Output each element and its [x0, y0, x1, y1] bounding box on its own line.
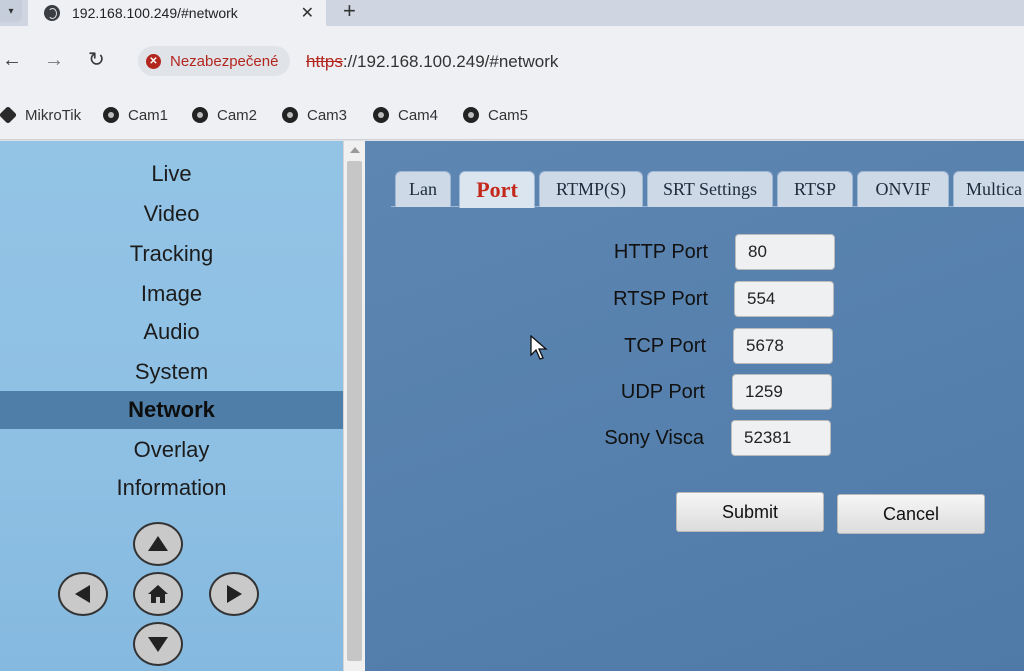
- http-port-input[interactable]: [735, 234, 835, 270]
- warning-icon: ✕: [146, 53, 161, 69]
- url-scheme: https: [306, 52, 343, 71]
- submit-button[interactable]: Submit: [676, 492, 824, 532]
- arrow-left-icon: [75, 585, 90, 603]
- scroll-up-icon[interactable]: [350, 147, 360, 153]
- settings-panel: Lan Port RTMP(S) SRT Settings RTSP ONVIF…: [365, 141, 1024, 671]
- sony-visca-input[interactable]: [731, 420, 831, 456]
- tab-rtmps[interactable]: RTMP(S): [539, 171, 643, 207]
- menu-item-image[interactable]: Image: [0, 275, 343, 313]
- address-bar[interactable]: https://192.168.100.249/#network: [306, 52, 558, 72]
- menu-item-live[interactable]: Live: [0, 155, 343, 193]
- menu-item-video[interactable]: Video: [0, 195, 343, 233]
- close-icon[interactable]: ✕: [301, 3, 314, 23]
- settings-tabs: Lan Port RTMP(S) SRT Settings RTSP ONVIF…: [391, 171, 1024, 208]
- bookmarks-bar: MikroTik Cam1 Cam2 Cam3 Cam4 Cam5: [0, 96, 1024, 140]
- bookmark-label: Cam4: [398, 106, 439, 124]
- tab-rtsp[interactable]: RTSP: [777, 171, 853, 207]
- bookmark-cam2[interactable]: Cam2: [192, 104, 257, 126]
- udp-port-input[interactable]: [732, 374, 832, 410]
- back-arrow-icon[interactable]: ←: [2, 50, 22, 70]
- bookmark-cam3[interactable]: Cam3: [282, 104, 347, 126]
- menu-item-information[interactable]: Information: [0, 469, 343, 507]
- camera-icon: [103, 107, 119, 123]
- reload-icon[interactable]: ↻: [88, 50, 105, 70]
- browser-tab-title: 192.168.100.249/#network: [72, 5, 238, 21]
- scroll-thumb[interactable]: [347, 161, 362, 661]
- site-favicon-icon: [44, 5, 60, 21]
- bookmark-mikrotik[interactable]: MikroTik: [0, 104, 81, 126]
- menu-item-overlay[interactable]: Overlay: [0, 431, 343, 469]
- cancel-button[interactable]: Cancel: [837, 494, 985, 534]
- arrow-right-icon: [227, 585, 242, 603]
- udp-port-label: UDP Port: [620, 381, 705, 403]
- browser-toolbar: ← → ↻ ✕ Nezabezpečené https://192.168.10…: [0, 26, 1024, 96]
- http-port-label: HTTP Port: [613, 241, 708, 263]
- tab-search-icon[interactable]: ▾: [0, 0, 22, 22]
- bookmark-label: Cam3: [307, 106, 348, 124]
- new-tab-icon[interactable]: +: [343, 0, 356, 24]
- url-text: ://192.168.100.249/#network: [342, 52, 559, 71]
- arrow-up-icon: [148, 536, 168, 551]
- mouse-cursor-icon: [530, 335, 548, 360]
- camera-icon: [463, 107, 479, 123]
- browser-tab-strip: ▾ 192.168.100.249/#network ✕ +: [0, 0, 1024, 26]
- tab-port[interactable]: Port: [459, 171, 535, 208]
- bookmark-label: Cam1: [128, 106, 169, 124]
- menu-item-system[interactable]: System: [0, 353, 343, 391]
- forward-arrow-icon[interactable]: →: [44, 50, 64, 70]
- bookmark-cam4[interactable]: Cam4: [373, 104, 438, 126]
- rtsp-port-input[interactable]: [734, 281, 834, 317]
- tab-lan[interactable]: Lan: [395, 171, 451, 207]
- ptz-up-button[interactable]: [133, 522, 183, 566]
- ptz-down-button[interactable]: [133, 622, 183, 666]
- browser-tab[interactable]: 192.168.100.249/#network ✕: [28, 0, 326, 26]
- bookmark-label: MikroTik: [25, 106, 82, 124]
- menu-item-network[interactable]: Network: [0, 391, 343, 429]
- home-icon: [148, 585, 168, 603]
- tab-srt-settings[interactable]: SRT Settings: [647, 171, 773, 207]
- camera-icon: [192, 107, 208, 123]
- side-menu: Live Video Tracking Image Audio System N…: [0, 141, 343, 671]
- ptz-home-button[interactable]: [133, 572, 183, 616]
- security-indicator[interactable]: ✕ Nezabezpečené: [138, 46, 291, 76]
- bookmark-cam5[interactable]: Cam5: [463, 104, 528, 126]
- mikrotik-logo-icon: [0, 105, 18, 125]
- ptz-left-button[interactable]: [58, 572, 108, 616]
- camera-icon: [373, 107, 389, 123]
- menu-scrollbar[interactable]: [343, 141, 365, 671]
- ptz-right-button[interactable]: [209, 572, 259, 616]
- security-label: Nezabezpečené: [170, 52, 279, 70]
- tab-onvif[interactable]: ONVIF: [857, 171, 949, 207]
- tab-multicast[interactable]: Multica: [953, 171, 1024, 207]
- tcp-port-label: TCP Port: [624, 335, 706, 357]
- bookmark-label: Cam5: [488, 106, 529, 124]
- menu-item-tracking[interactable]: Tracking: [0, 235, 343, 273]
- bookmark-label: Cam2: [217, 106, 258, 124]
- tcp-port-input[interactable]: [733, 328, 833, 364]
- bookmark-cam1[interactable]: Cam1: [103, 104, 168, 126]
- sony-visca-label: Sony Visca: [604, 427, 704, 449]
- camera-icon: [282, 107, 298, 123]
- menu-item-audio[interactable]: Audio: [0, 313, 343, 351]
- rtsp-port-label: RTSP Port: [613, 288, 708, 310]
- arrow-down-icon: [148, 637, 168, 652]
